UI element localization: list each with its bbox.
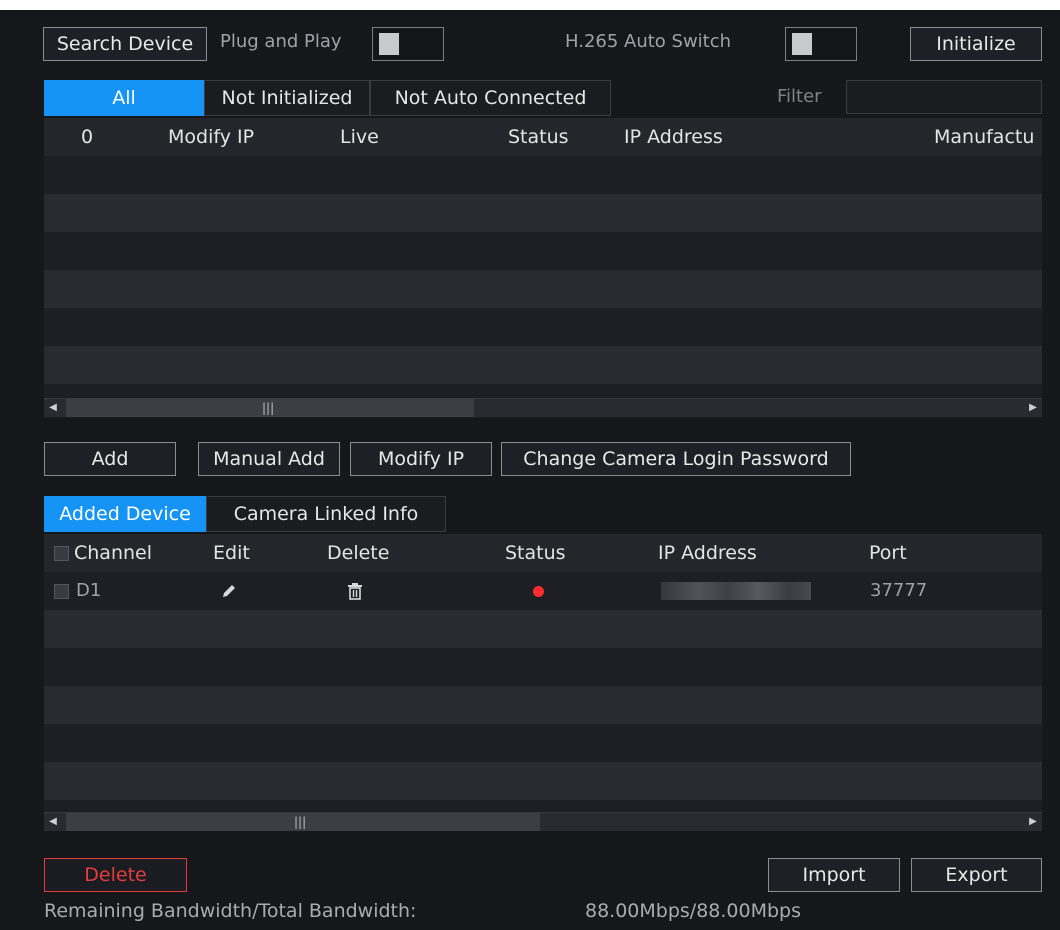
tab-camera-linked-info[interactable]: Camera Linked Info: [206, 496, 446, 532]
add-button[interactable]: Add: [44, 442, 176, 476]
col-status[interactable]: Status: [508, 118, 569, 156]
export-button[interactable]: Export: [911, 858, 1042, 892]
port-cell: 37777: [870, 580, 928, 601]
table-row[interactable]: [44, 686, 1042, 724]
toggle-knob: [792, 33, 812, 55]
h265-auto-switch-toggle[interactable]: [785, 27, 857, 61]
plug-and-play-toggle[interactable]: [372, 27, 444, 61]
import-button[interactable]: Import: [768, 858, 900, 892]
row-checkbox[interactable]: [54, 584, 69, 599]
plug-and-play-label: Plug and Play: [220, 31, 342, 52]
search-device-button[interactable]: Search Device: [43, 27, 207, 61]
col-status[interactable]: Status: [505, 534, 566, 572]
table-row[interactable]: [44, 194, 1042, 232]
scrollbar-thumb[interactable]: |||: [66, 399, 474, 417]
added-table-scrollbar[interactable]: ◀ ||| ▶: [44, 812, 1042, 831]
pencil-icon[interactable]: [220, 582, 238, 600]
filter-input[interactable]: [846, 80, 1042, 114]
left-arrow-icon[interactable]: ◀: [44, 399, 62, 417]
right-arrow-icon[interactable]: ▶: [1024, 813, 1042, 831]
manual-add-button[interactable]: Manual Add: [198, 442, 340, 476]
h265-auto-switch-label: H.265 Auto Switch: [565, 31, 732, 52]
col-ip-address[interactable]: IP Address: [624, 118, 723, 156]
tab-not-auto-connected[interactable]: Not Auto Connected: [370, 80, 611, 116]
select-all-checkbox[interactable]: [54, 546, 69, 561]
col-edit[interactable]: Edit: [213, 534, 250, 572]
col-live[interactable]: Live: [340, 118, 379, 156]
table-row[interactable]: [44, 724, 1042, 762]
col-delete[interactable]: Delete: [327, 534, 389, 572]
table-row[interactable]: [44, 270, 1042, 308]
table-row[interactable]: [44, 762, 1042, 800]
col-index[interactable]: 0: [81, 118, 93, 156]
change-camera-login-password-button[interactable]: Change Camera Login Password: [501, 442, 851, 476]
col-channel[interactable]: Channel: [74, 534, 152, 572]
table-row[interactable]: [44, 308, 1042, 346]
table-row[interactable]: [44, 346, 1042, 384]
scrollbar-thumb[interactable]: |||: [66, 813, 540, 831]
ip-address-redacted: [661, 582, 811, 600]
table-row[interactable]: [44, 156, 1042, 194]
grip-icon: |||: [294, 815, 307, 829]
table-row[interactable]: [44, 232, 1042, 270]
channel-cell: D1: [76, 580, 102, 601]
table-row[interactable]: [44, 648, 1042, 686]
right-arrow-icon[interactable]: ▶: [1024, 399, 1042, 417]
delete-button[interactable]: Delete: [44, 858, 187, 892]
trash-icon[interactable]: [347, 582, 363, 600]
table-row[interactable]: [44, 800, 1042, 812]
col-manufacturer[interactable]: Manufactu: [934, 118, 1034, 156]
initialize-button[interactable]: Initialize: [910, 27, 1042, 61]
bandwidth-value: 88.00Mbps/88.00Mbps: [585, 900, 802, 922]
added-table-header: Channel Edit Delete Status IP Address Po…: [44, 534, 1042, 572]
search-results-table: 0 Modify IP Live Status IP Address Manuf…: [44, 118, 1042, 418]
search-table-header: 0 Modify IP Live Status IP Address Manuf…: [44, 118, 1042, 156]
added-devices-table: Channel Edit Delete Status IP Address Po…: [44, 534, 1042, 831]
top-edge: [0, 0, 1060, 10]
col-port[interactable]: Port: [869, 534, 907, 572]
bandwidth-label: Remaining Bandwidth/Total Bandwidth:: [44, 900, 417, 922]
toggle-knob: [379, 33, 399, 55]
table-row[interactable]: D1 37777: [44, 572, 1042, 610]
left-arrow-icon[interactable]: ◀: [44, 813, 62, 831]
device-registration-panel: Search Device Plug and Play H.265 Auto S…: [0, 10, 1060, 930]
table-row[interactable]: [44, 610, 1042, 648]
grip-icon: |||: [262, 401, 275, 415]
search-table-scrollbar[interactable]: ◀ ||| ▶: [44, 398, 1042, 417]
tab-added-device[interactable]: Added Device: [44, 496, 206, 532]
col-ip-address[interactable]: IP Address: [658, 534, 757, 572]
tab-all[interactable]: All: [44, 80, 204, 116]
modify-ip-button[interactable]: Modify IP: [350, 442, 492, 476]
status-dot-icon: [533, 586, 544, 597]
filter-label: Filter: [777, 86, 822, 107]
tab-not-initialized[interactable]: Not Initialized: [204, 80, 370, 116]
col-modify-ip[interactable]: Modify IP: [168, 118, 254, 156]
